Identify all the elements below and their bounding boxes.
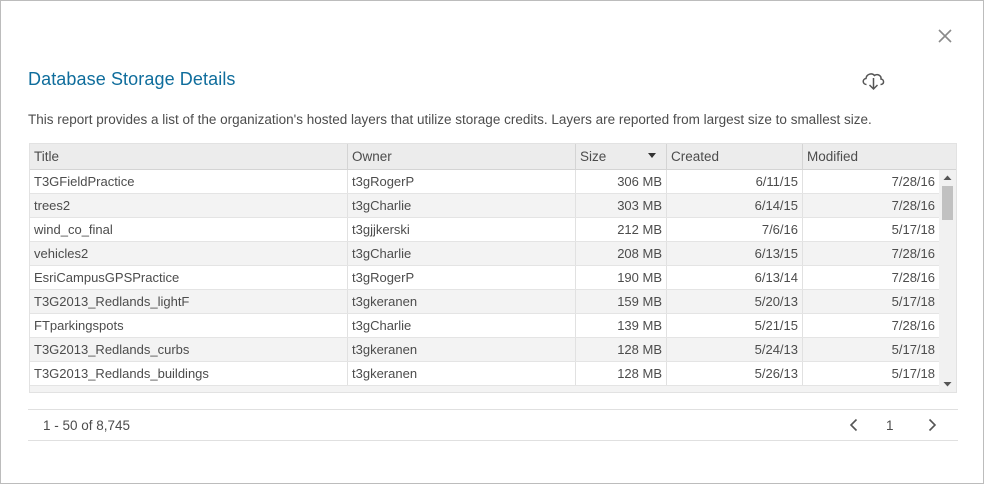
column-header-size[interactable]: Size <box>576 144 667 169</box>
cell-title: T3G2013_Redlands_curbs <box>30 338 348 361</box>
cloud-download-icon <box>862 73 885 91</box>
storage-table: Title Owner Size Created Modified T3GFie… <box>29 143 957 393</box>
cell-owner: t3gCharlie <box>348 194 576 217</box>
chevron-left-icon <box>849 418 858 432</box>
table-row[interactable]: FTparkingspots t3gCharlie 139 MB 5/21/15… <box>30 314 939 338</box>
cell-title: T3G2013_Redlands_lightF <box>30 290 348 313</box>
cell-size: 128 MB <box>576 362 667 385</box>
table-header: Title Owner Size Created Modified <box>30 144 939 170</box>
cell-size: 212 MB <box>576 218 667 241</box>
cell-title: trees2 <box>30 194 348 217</box>
table-row[interactable]: T3G2013_Redlands_curbs t3gkeranen 128 MB… <box>30 338 939 362</box>
cell-modified: 7/28/16 <box>891 198 935 213</box>
table-row[interactable]: T3G2013_Redlands_buildings t3gkeranen 12… <box>30 362 939 386</box>
cell-owner: t3gCharlie <box>348 314 576 337</box>
cell-created: 6/13/15 <box>667 242 803 265</box>
scroll-up-arrow-icon[interactable] <box>943 174 952 182</box>
scroll-down-arrow-icon[interactable] <box>943 380 952 388</box>
table-row[interactable]: T3GFieldPractice t3gRogerP 306 MB 6/11/1… <box>30 170 939 194</box>
cell-modified: 7/28/16 <box>891 174 935 189</box>
current-page-number[interactable]: 1 <box>886 418 894 433</box>
cell-owner: t3gjjkerski <box>348 218 576 241</box>
cell-size: 139 MB <box>576 314 667 337</box>
dialog-title: Database Storage Details <box>28 69 236 89</box>
cell-owner: t3gkeranen <box>348 362 576 385</box>
table-row[interactable]: vehicles2 t3gCharlie 208 MB 6/13/15 7/28… <box>30 242 939 266</box>
column-header-owner[interactable]: Owner <box>348 144 576 169</box>
cell-size: 303 MB <box>576 194 667 217</box>
scrollbar-thumb[interactable] <box>942 186 953 220</box>
cell-size: 208 MB <box>576 242 667 265</box>
column-header-created[interactable]: Created <box>667 144 803 169</box>
cell-size: 190 MB <box>576 266 667 289</box>
cell-modified: 7/28/16 <box>891 318 935 333</box>
cell-owner: t3gkeranen <box>348 338 576 361</box>
cell-modified: 7/28/16 <box>891 270 935 285</box>
cell-title: FTparkingspots <box>30 314 348 337</box>
close-icon <box>938 29 952 43</box>
table-row[interactable]: wind_co_final t3gjjkerski 212 MB 7/6/16 … <box>30 218 939 242</box>
cell-created: 5/24/13 <box>667 338 803 361</box>
report-description: This report provides a list of the organ… <box>28 112 872 127</box>
table-row-partial[interactable] <box>30 386 939 392</box>
scrollbar-header-spacer <box>939 144 956 170</box>
cell-created: 6/13/14 <box>667 266 803 289</box>
cell-owner: t3gCharlie <box>348 242 576 265</box>
cell-created: 5/26/13 <box>667 362 803 385</box>
column-header-modified[interactable]: Modified <box>803 144 939 169</box>
cell-created: 6/11/15 <box>667 170 803 193</box>
cell-size: 306 MB <box>576 170 667 193</box>
cell-modified: 7/28/16 <box>891 246 935 261</box>
cell-size: 159 MB <box>576 290 667 313</box>
cell-modified: 5/17/18 <box>891 366 935 381</box>
download-button[interactable] <box>859 68 887 94</box>
cell-owner: t3gRogerP <box>348 266 576 289</box>
table-body: T3GFieldPractice t3gRogerP 306 MB 6/11/1… <box>30 170 939 392</box>
cell-title: wind_co_final <box>30 218 348 241</box>
table-row[interactable]: T3G2013_Redlands_lightF t3gkeranen 159 M… <box>30 290 939 314</box>
cell-title: vehicles2 <box>30 242 348 265</box>
cell-created: 6/14/15 <box>667 194 803 217</box>
close-button[interactable] <box>935 26 955 46</box>
cell-title: EsriCampusGPSPractice <box>30 266 348 289</box>
cell-owner: t3gRogerP <box>348 170 576 193</box>
column-header-title[interactable]: Title <box>30 144 348 169</box>
table-scrollbar[interactable] <box>939 170 956 392</box>
cell-modified: 5/17/18 <box>891 342 935 357</box>
cell-modified: 5/17/18 <box>891 294 935 309</box>
cell-title: T3GFieldPractice <box>30 170 348 193</box>
table-row[interactable]: trees2 t3gCharlie 303 MB 6/14/15 7/28/16 <box>30 194 939 218</box>
table-row[interactable]: EsriCampusGPSPractice t3gRogerP 190 MB 6… <box>30 266 939 290</box>
cell-title: T3G2013_Redlands_buildings <box>30 362 348 385</box>
cell-created: 5/21/15 <box>667 314 803 337</box>
pagination-range: 1 - 50 of 8,745 <box>43 418 131 433</box>
cell-modified: 5/17/18 <box>891 222 935 237</box>
chevron-right-icon <box>928 418 937 432</box>
storage-details-dialog: Database Storage Details This report pro… <box>0 0 984 484</box>
cell-size: 128 MB <box>576 338 667 361</box>
cell-created: 7/6/16 <box>667 218 803 241</box>
sort-descending-icon <box>648 153 656 158</box>
pagination-footer: 1 - 50 of 8,745 1 <box>28 409 958 441</box>
next-page-button[interactable] <box>924 417 940 433</box>
previous-page-button[interactable] <box>846 417 862 433</box>
cell-created: 5/20/13 <box>667 290 803 313</box>
cell-owner: t3gkeranen <box>348 290 576 313</box>
